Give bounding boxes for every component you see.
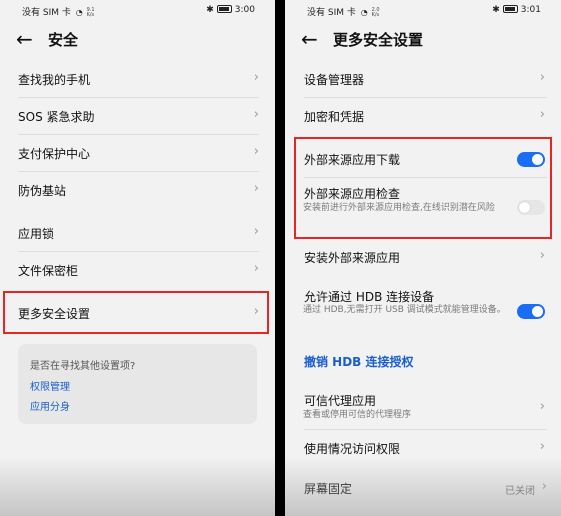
back-arrow-icon[interactable]: ← bbox=[16, 27, 33, 51]
status-bar: 没有 SIM 卡 ◔ 2.0 K/s ✱ 3:01 bbox=[285, 0, 561, 22]
payment-protection-item[interactable]: 支付保护中心 › bbox=[0, 135, 275, 172]
title-bar: ← 安全 bbox=[0, 24, 275, 58]
fake-base-station-item[interactable]: 防伪基站 › bbox=[0, 172, 275, 209]
bluetooth-icon: ✱ bbox=[206, 5, 214, 15]
bottom-fade bbox=[0, 456, 275, 516]
status-bar: 没有 SIM 卡 ◔ 9.1 K/s ✱ 3:00 bbox=[0, 0, 275, 22]
sos-item[interactable]: SOS 紧急求助 › bbox=[0, 98, 275, 135]
highlight-box bbox=[3, 291, 269, 334]
item-label: 加密和凭据 bbox=[304, 110, 365, 124]
item-label: 防伪基站 bbox=[18, 184, 67, 198]
device-manager-item[interactable]: 设备管理器 › bbox=[285, 61, 561, 98]
encryption-credentials-item[interactable]: 加密和凭据 › bbox=[285, 98, 561, 135]
carrier-text: 没有 SIM 卡 bbox=[22, 8, 71, 18]
chevron-right-icon: › bbox=[539, 248, 545, 263]
chevron-right-icon: › bbox=[541, 479, 547, 494]
item-label: 设备管理器 bbox=[304, 73, 365, 87]
item-label: 支付保护中心 bbox=[18, 147, 91, 161]
revoke-hdb-link[interactable]: 撤销 HDB 连接授权 bbox=[304, 353, 414, 370]
wifi-icon: ◔ bbox=[75, 8, 83, 17]
item-label: 查找我的手机 bbox=[18, 73, 91, 87]
back-arrow-icon[interactable]: ← bbox=[301, 27, 318, 51]
screen-pinning-status: 已关闭 bbox=[505, 486, 535, 497]
item-description: 查看或停用可信的代理程序 bbox=[303, 410, 412, 420]
page-title: 安全 bbox=[48, 31, 79, 49]
chevron-right-icon: › bbox=[539, 399, 545, 414]
battery-icon bbox=[216, 5, 232, 13]
app-lock-item[interactable]: 应用锁 › bbox=[0, 215, 275, 252]
chevron-right-icon: › bbox=[253, 107, 259, 122]
more-security-settings-screen: 没有 SIM 卡 ◔ 2.0 K/s ✱ 3:01 ← 更多安全设置 设备管理器 ›… bbox=[285, 0, 561, 516]
usage-access-item[interactable]: 使用情况访问权限 › bbox=[285, 430, 561, 467]
chevron-right-icon: › bbox=[253, 181, 259, 196]
clock: 3:01 bbox=[520, 5, 541, 15]
highlight-box bbox=[294, 137, 552, 239]
hdb-toggle[interactable] bbox=[517, 304, 545, 319]
file-safe-item[interactable]: 文件保密柜 › bbox=[0, 252, 275, 289]
item-label: SOS 紧急求助 bbox=[18, 110, 95, 124]
bluetooth-icon: ✱ bbox=[492, 5, 500, 15]
chevron-right-icon: › bbox=[253, 70, 259, 85]
carrier-text: 没有 SIM 卡 bbox=[307, 8, 356, 18]
security-screen: 没有 SIM 卡 ◔ 9.1 K/s ✱ 3:00 ← 安全 查找我的手机 › SO… bbox=[0, 0, 275, 516]
chevron-right-icon: › bbox=[539, 70, 545, 85]
chevron-right-icon: › bbox=[539, 439, 545, 454]
trust-agent-item[interactable]: 可信代理应用 查看或停用可信的代理程序 › bbox=[285, 386, 561, 430]
item-label: 使用情况访问权限 bbox=[304, 442, 401, 456]
item-description: 通过 HDB,无需打开 USB 调试模式就能管理设备。 bbox=[303, 305, 506, 315]
hdb-item[interactable]: 允许通过 HDB 连接设备 通过 HDB,无需打开 USB 调试模式就能管理设备… bbox=[285, 282, 561, 340]
chevron-right-icon: › bbox=[253, 144, 259, 159]
title-bar: ← 更多安全设置 bbox=[285, 24, 561, 58]
item-label: 允许通过 HDB 连接设备 bbox=[304, 290, 435, 304]
chevron-right-icon: › bbox=[539, 107, 545, 122]
item-label: 可信代理应用 bbox=[304, 394, 377, 408]
suggestion-card: 是否在寻找其他设置项? 权限管理 应用分身 bbox=[18, 344, 257, 424]
screen-pinning-item[interactable]: 屏幕固定 已关闭 › bbox=[285, 470, 561, 507]
wifi-icon: ◔ bbox=[360, 8, 368, 17]
chevron-right-icon: › bbox=[253, 224, 259, 239]
item-label: 文件保密柜 bbox=[18, 264, 79, 278]
app-twin-link[interactable]: 应用分身 bbox=[30, 398, 70, 413]
chevron-right-icon: › bbox=[253, 261, 259, 276]
suggestion-question: 是否在寻找其他设置项? bbox=[30, 361, 136, 372]
panel-divider bbox=[275, 0, 285, 516]
permission-management-link[interactable]: 权限管理 bbox=[30, 378, 70, 393]
network-speed: 9.1 K/s bbox=[86, 6, 95, 18]
item-label: 应用锁 bbox=[18, 227, 55, 241]
clock: 3:00 bbox=[234, 5, 255, 15]
install-external-apps-item[interactable]: 安装外部来源应用 › bbox=[285, 239, 561, 276]
item-label: 屏幕固定 bbox=[304, 482, 353, 496]
item-label: 安装外部来源应用 bbox=[304, 251, 401, 265]
battery-icon bbox=[502, 5, 518, 13]
network-speed: 2.0 K/s bbox=[371, 6, 380, 18]
page-title: 更多安全设置 bbox=[333, 31, 424, 49]
find-my-phone-item[interactable]: 查找我的手机 › bbox=[0, 61, 275, 98]
